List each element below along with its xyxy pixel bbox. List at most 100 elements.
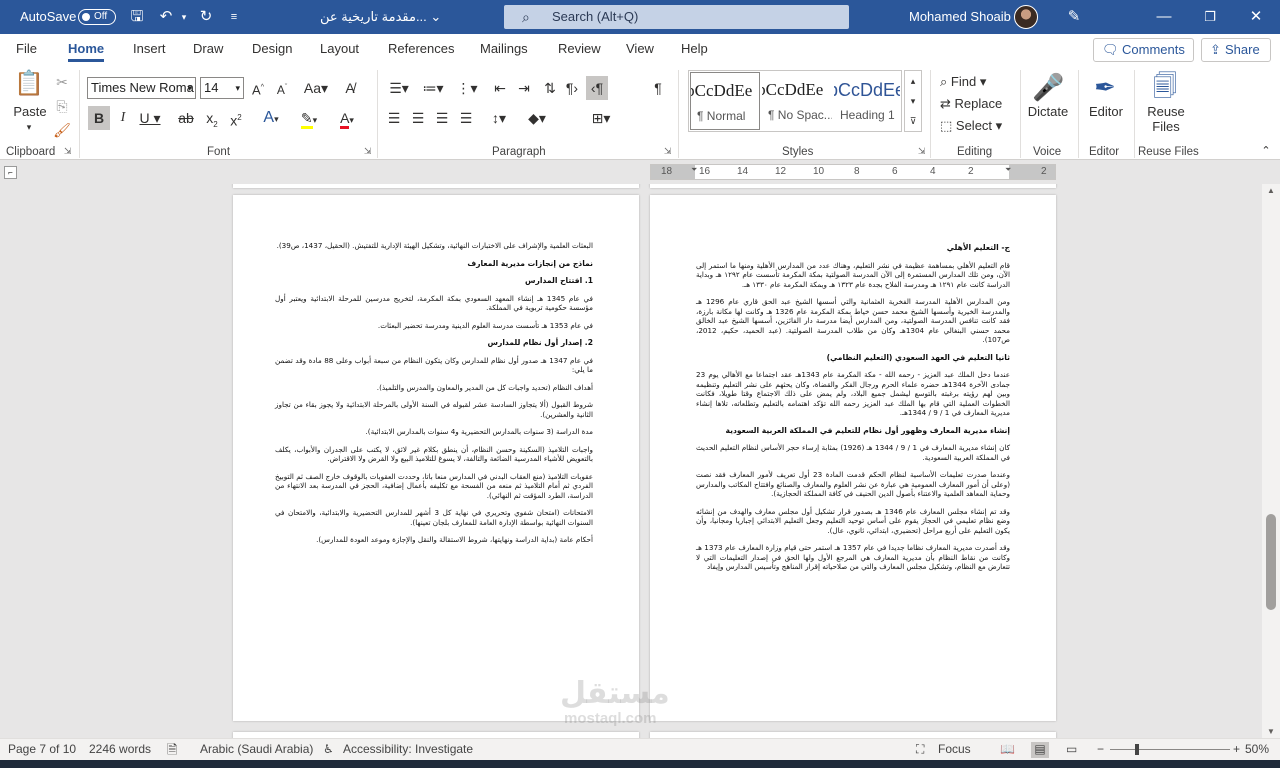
line-spacing-icon[interactable]: ↕▾ (484, 106, 514, 130)
read-mode-icon[interactable]: 📖 (1000, 739, 1015, 760)
align-right-icon[interactable]: ☰ (432, 106, 452, 130)
focus-icon[interactable]: ⛶ (916, 739, 924, 760)
shrink-font-icon[interactable]: Aˇ (272, 76, 292, 100)
paste-dropdown-icon[interactable]: ▾ (22, 122, 36, 133)
tab-insert[interactable]: Insert (133, 34, 166, 64)
page-right-text[interactable]: ج- التعليم الأهلي قام التعليم الأهلي بمس… (696, 243, 1010, 580)
document-page-right[interactable]: ج- التعليم الأهلي قام التعليم الأهلي بمس… (650, 195, 1056, 721)
scroll-up-icon[interactable]: ▲ (1262, 186, 1280, 195)
bullets-icon[interactable]: ☰▾ (384, 76, 414, 100)
more-styles-icon[interactable]: ⊽ (905, 111, 921, 131)
format-painter-icon[interactable]: 🖌 (52, 118, 72, 142)
font-launcher-icon[interactable]: ⇲ (364, 146, 372, 157)
tab-mailings[interactable]: Mailings (480, 34, 528, 64)
page-count[interactable]: Page 7 of 10 (8, 739, 76, 760)
customize-qat-icon[interactable]: ≡ (226, 0, 242, 34)
clear-formatting-icon[interactable]: A̸ (340, 76, 360, 100)
zoom-in-icon[interactable]: + (1233, 739, 1240, 760)
align-left-icon[interactable]: ☰ (384, 106, 404, 130)
sort-icon[interactable]: ⇅ (540, 76, 560, 100)
tab-help[interactable]: Help (681, 34, 708, 64)
underline-button[interactable]: U ▾ (136, 106, 164, 130)
minimize-icon[interactable]: — (1152, 0, 1176, 34)
accessibility-status[interactable]: Accessibility: Investigate (343, 739, 473, 760)
zoom-slider-thumb[interactable] (1134, 744, 1139, 755)
borders-icon[interactable]: ⊞▾ (586, 106, 616, 130)
search-box[interactable]: ⌕ Search (Alt+Q) (504, 5, 849, 29)
tab-file[interactable]: File (16, 34, 37, 64)
print-layout-icon[interactable]: ▤ (1031, 742, 1049, 758)
undo-icon[interactable]: ↶ (155, 0, 177, 34)
change-case-icon[interactable]: Aa▾ (302, 76, 330, 100)
zoom-slider-track[interactable] (1110, 749, 1230, 750)
multilevel-list-icon[interactable]: ⋮▾ (452, 76, 482, 100)
scrollbar-thumb[interactable] (1266, 514, 1276, 610)
italic-button[interactable]: I (114, 106, 132, 130)
tab-view[interactable]: View (626, 34, 654, 64)
shading-icon[interactable]: ◆▾ (522, 106, 552, 130)
tab-design[interactable]: Design (252, 34, 292, 64)
close-icon[interactable]: ✕ (1244, 0, 1268, 34)
tab-review[interactable]: Review (558, 34, 601, 64)
find-button[interactable]: ⌕ Find ▾ (940, 70, 986, 94)
justify-icon[interactable]: ☰ (456, 106, 476, 130)
language-status[interactable]: Arabic (Saudi Arabia) (200, 739, 313, 760)
tab-draw[interactable]: Draw (193, 34, 223, 64)
document-title[interactable]: مقدمة تاريخية عن... ⌄ (320, 0, 441, 34)
autosave-toggle[interactable]: Off (78, 9, 116, 25)
styles-scroll[interactable]: ▴ ▾ ⊽ (904, 70, 922, 132)
zoom-level[interactable]: 50% (1245, 739, 1269, 760)
style-no-spacing[interactable]: AaBbCcDdEe ¶ No Spac... (762, 72, 832, 130)
proofing-icon[interactable]: 🗎 (167, 739, 177, 760)
zoom-out-icon[interactable]: − (1097, 739, 1104, 760)
tab-home[interactable]: Home (68, 34, 105, 64)
copy-icon[interactable]: ⎘ (52, 94, 72, 118)
restore-icon[interactable]: ❐ (1198, 0, 1222, 34)
tab-selector[interactable]: ⌐ (4, 166, 17, 179)
horizontal-ruler[interactable]: 18 16 14 12 10 8 6 4 2 2 ⏷ ⏷ (650, 164, 1056, 180)
align-center-icon[interactable]: ☰ (408, 106, 428, 130)
tab-references[interactable]: References (388, 34, 454, 64)
decrease-indent-icon[interactable]: ⇤ (490, 76, 510, 100)
cut-icon[interactable]: ✂ (52, 70, 72, 94)
superscript-button[interactable]: x2 (226, 106, 246, 130)
document-page-left[interactable]: البعثات العلمية والإشراف على الاختبارات … (233, 195, 639, 721)
indent-marker[interactable]: ⏷ (691, 165, 697, 175)
pen-icon[interactable]: ✎ (1062, 0, 1086, 34)
chevron-up-icon[interactable]: ▴ (905, 71, 921, 91)
right-indent-marker[interactable]: ⏷ (1005, 165, 1011, 175)
document-area[interactable]: البعثات العلمية والإشراف على الاختبارات … (0, 184, 1262, 738)
editor-icon[interactable]: ✒ (1090, 70, 1120, 104)
reuse-files-icon[interactable]: 🗐 (1150, 70, 1180, 104)
tab-layout[interactable]: Layout (320, 34, 359, 64)
font-name-combo[interactable]: Times New Roma ▾ (87, 77, 196, 99)
paste-button[interactable]: Paste (12, 104, 48, 119)
vertical-scrollbar[interactable]: ▲ ▼ (1262, 184, 1280, 738)
undo-dropdown-icon[interactable]: ▾ (178, 0, 190, 34)
show-marks-icon[interactable]: ¶ (648, 76, 668, 100)
grow-font-icon[interactable]: A^ (248, 76, 268, 100)
numbering-icon[interactable]: ≔▾ (418, 76, 448, 100)
replace-button[interactable]: ⇄ Replace (940, 92, 1002, 116)
scroll-down-icon[interactable]: ▼ (1262, 727, 1280, 736)
style-heading-1[interactable]: AaBbCcDdEe Heading 1 (834, 72, 900, 130)
paragraph-launcher-icon[interactable]: ⇲ (664, 146, 672, 157)
text-effects-icon[interactable]: A▾ (256, 106, 286, 130)
font-size-combo[interactable]: 14 ▾ (200, 77, 244, 99)
collapse-ribbon-icon[interactable]: ⌃ (1258, 144, 1274, 157)
redo-icon[interactable]: ↻ (195, 0, 217, 34)
styles-launcher-icon[interactable]: ⇲ (918, 146, 926, 157)
rtl-paragraph-icon[interactable]: ‹¶ (586, 76, 608, 100)
reuse-files-button[interactable]: Reuse Files (1142, 104, 1190, 134)
editor-button[interactable]: Editor (1084, 104, 1128, 119)
word-count[interactable]: 2246 words (89, 739, 151, 760)
select-button[interactable]: ⬚ Select ▾ (940, 114, 1002, 138)
font-color-icon[interactable]: A▾ (332, 106, 362, 130)
style-normal[interactable]: AaBbCcDdEe ¶ Normal (690, 72, 760, 130)
web-layout-icon[interactable]: ▭ (1066, 739, 1077, 760)
paste-icon[interactable]: 📋 (12, 70, 46, 98)
avatar[interactable] (1014, 5, 1038, 29)
increase-indent-icon[interactable]: ⇥ (514, 76, 534, 100)
share-button[interactable]: ⇪ Share (1201, 38, 1271, 62)
highlight-icon[interactable]: ✎▾ (294, 106, 324, 130)
